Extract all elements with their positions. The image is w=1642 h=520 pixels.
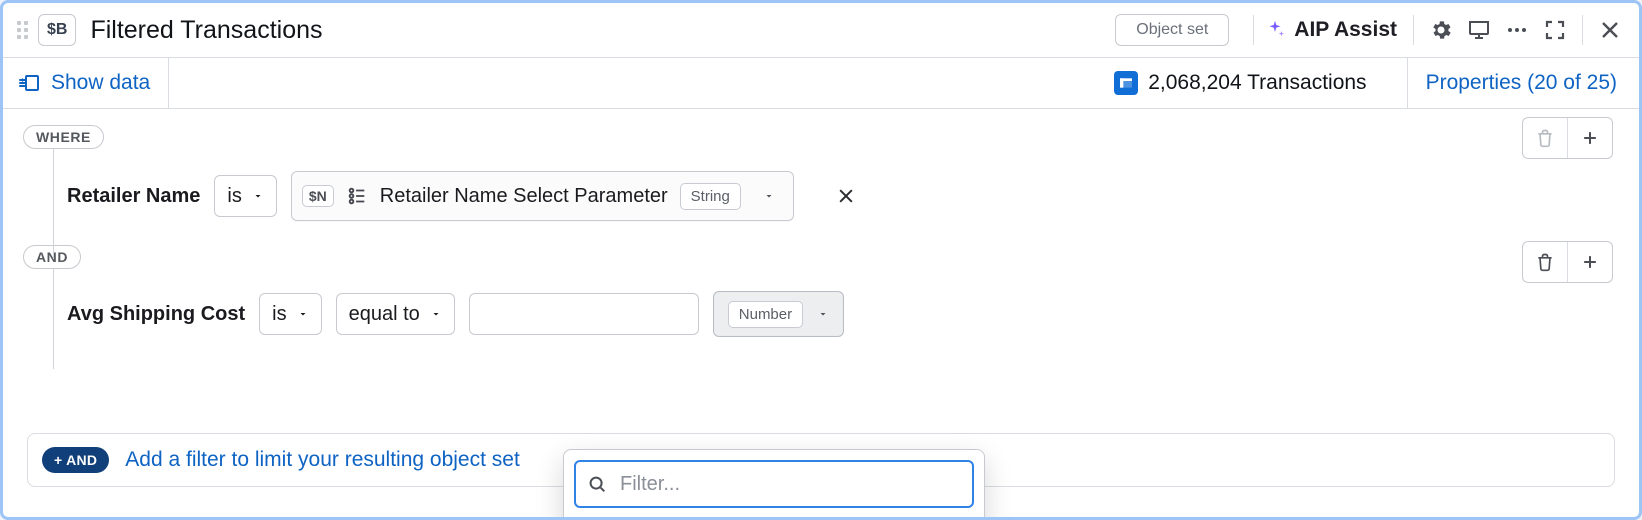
parameter-popover: Create new parameter bbox=[563, 449, 985, 520]
add-and-pill[interactable]: + AND bbox=[42, 447, 109, 473]
show-data-icon bbox=[17, 71, 41, 95]
dataset-icon bbox=[1114, 71, 1138, 95]
present-button[interactable] bbox=[1460, 11, 1498, 49]
divider bbox=[168, 58, 169, 108]
divider bbox=[1582, 15, 1583, 45]
sub-bar: Show data 2,068,204 Transactions Propert… bbox=[3, 58, 1639, 109]
value-input[interactable] bbox=[469, 293, 699, 335]
param-tag: $N bbox=[302, 185, 334, 207]
gear-icon bbox=[1429, 18, 1453, 42]
sparkle-icon bbox=[1264, 19, 1286, 41]
aip-assist-label: AIP Assist bbox=[1294, 18, 1397, 42]
remove-filter-button[interactable] bbox=[836, 186, 856, 206]
chevron-down-icon bbox=[297, 308, 309, 320]
more-button[interactable] bbox=[1498, 11, 1536, 49]
expand-button[interactable] bbox=[1536, 11, 1574, 49]
drag-handle-icon[interactable] bbox=[17, 21, 28, 39]
properties-link[interactable]: Properties (20 of 25) bbox=[1426, 71, 1617, 95]
type-tag: String bbox=[680, 183, 741, 210]
result-count: 2,068,204 Transactions bbox=[1114, 71, 1366, 95]
chevron-down-icon[interactable] bbox=[753, 190, 783, 202]
number-tag: Number bbox=[728, 301, 803, 328]
trash-icon bbox=[1535, 128, 1555, 148]
aip-assist-button[interactable]: AIP Assist bbox=[1264, 18, 1397, 42]
divider bbox=[1253, 15, 1254, 45]
block-tag: $B bbox=[38, 14, 76, 46]
workspace-panel: $B Filtered Transactions Object set AIP … bbox=[0, 0, 1642, 520]
result-count-text: 2,068,204 Transactions bbox=[1148, 71, 1366, 95]
select-param-icon bbox=[346, 185, 368, 207]
panel-title: Filtered Transactions bbox=[90, 16, 322, 45]
and-pill: AND bbox=[23, 245, 81, 269]
where-pill: WHERE bbox=[23, 125, 104, 149]
filter-builder: WHERE Retailer Name is bbox=[3, 109, 1639, 517]
param-name: Retailer Name Select Parameter bbox=[380, 185, 668, 208]
plus-icon bbox=[1580, 128, 1600, 148]
divider bbox=[1407, 58, 1408, 108]
value-type-chip[interactable]: Number bbox=[713, 291, 844, 337]
chevron-down-icon bbox=[430, 308, 442, 320]
expand-icon bbox=[1543, 18, 1567, 42]
filter-search[interactable] bbox=[574, 460, 974, 508]
object-set-button[interactable]: Object set bbox=[1115, 14, 1229, 46]
comparator-select[interactable]: equal to bbox=[336, 293, 455, 335]
operator-select[interactable]: is bbox=[214, 175, 276, 217]
filter-row-1: Retailer Name is $N Retailer Name Select… bbox=[37, 149, 1615, 243]
close-icon bbox=[1598, 18, 1622, 42]
where-group: Retailer Name is $N Retailer Name Select… bbox=[37, 149, 1615, 243]
add-filter-label: Add a filter to limit your resulting obj… bbox=[125, 448, 520, 472]
filter-row-2: Avg Shipping Cost is equal to Number bbox=[37, 269, 1615, 359]
close-button[interactable] bbox=[1591, 11, 1629, 49]
field-label: Retailer Name bbox=[67, 185, 200, 208]
title-bar: $B Filtered Transactions Object set AIP … bbox=[3, 3, 1639, 58]
parameter-chip[interactable]: $N Retailer Name Select Parameter String bbox=[291, 171, 794, 221]
presentation-icon bbox=[1467, 18, 1491, 42]
close-icon bbox=[836, 186, 856, 206]
operator-select[interactable]: is bbox=[259, 293, 321, 335]
filter-input[interactable] bbox=[618, 472, 962, 497]
search-icon bbox=[586, 473, 608, 495]
field-label: Avg Shipping Cost bbox=[67, 303, 245, 326]
show-data-button[interactable]: Show data bbox=[17, 71, 150, 95]
settings-button[interactable] bbox=[1422, 11, 1460, 49]
dots-icon bbox=[1505, 18, 1529, 42]
show-data-label: Show data bbox=[51, 71, 150, 95]
divider bbox=[1413, 15, 1414, 45]
chevron-down-icon bbox=[252, 190, 264, 202]
chevron-down-icon bbox=[817, 308, 829, 320]
and-group: Avg Shipping Cost is equal to Number bbox=[37, 269, 1615, 359]
